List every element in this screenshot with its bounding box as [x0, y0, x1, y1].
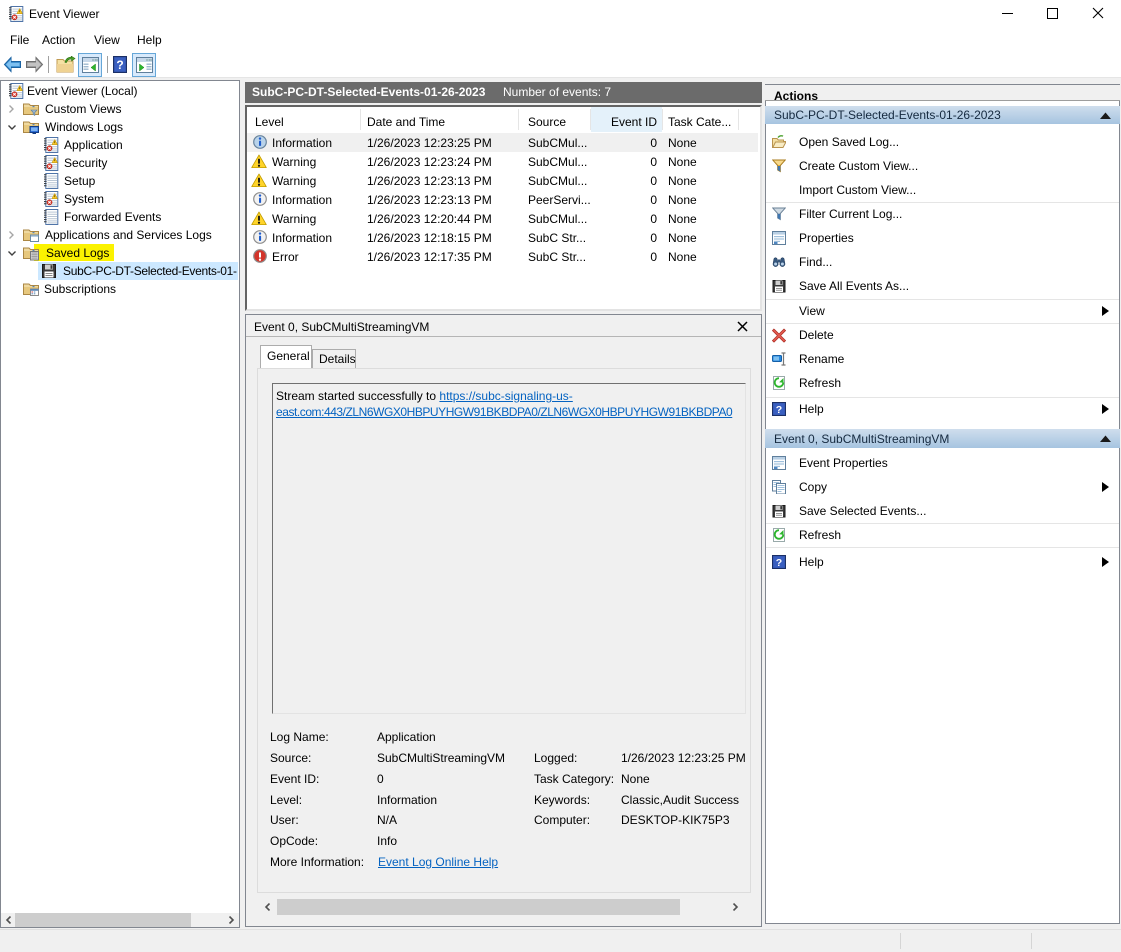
- svg-text:?: ?: [116, 58, 123, 72]
